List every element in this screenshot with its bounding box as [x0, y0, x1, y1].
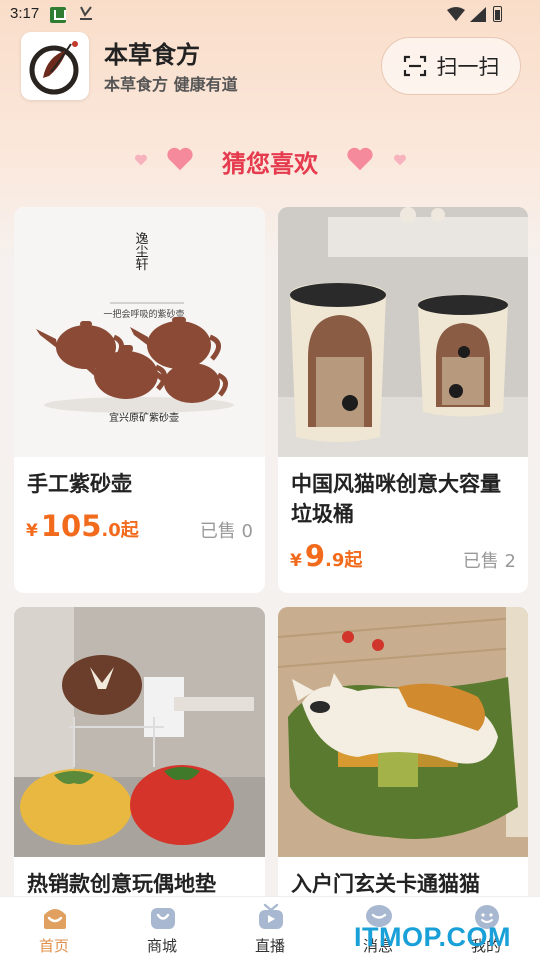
live-tv-icon — [259, 903, 283, 929]
scan-button[interactable]: 扫一扫 — [381, 37, 521, 95]
image-slogan-text: 一把会呼吸的紫砂壶 — [103, 308, 184, 320]
battery-icon — [493, 6, 502, 22]
shop-bag-icon — [151, 908, 175, 929]
product-title: 手工紫砂壶 — [27, 472, 132, 496]
nav-label: 首页 — [38, 937, 69, 955]
home-icon — [44, 909, 66, 929]
sold-count: 已售 2 — [462, 551, 516, 572]
scan-label: 扫一扫 — [436, 55, 500, 79]
heart-icon — [394, 154, 406, 166]
product-title: 入户门玄关卡通猫猫 — [291, 872, 480, 896]
heart-icon — [347, 147, 373, 171]
signal-icon — [470, 7, 486, 22]
watermark: ITMOP.COM — [354, 922, 512, 952]
product-image-teapots[interactable]: 逸尘轩 一把会呼吸的紫砂壶 宜兴原矿紫砂壶 — [14, 207, 265, 457]
product-card[interactable]: 热销款创意玩偶地垫 — [14, 607, 265, 907]
status-time: 3:17 — [10, 5, 40, 22]
recommend-section-header: 猜您喜欢 — [0, 138, 540, 182]
product-card[interactable]: 入户门玄关卡通猫猫 — [278, 607, 528, 907]
image-caption-text: 宜兴原矿紫砂壶 — [109, 411, 179, 424]
app-header: 本草食方 本草食方 健康有道 扫一扫 — [0, 30, 540, 110]
product-image-cat-rug[interactable] — [278, 607, 528, 857]
nav-label: 直播 — [254, 937, 285, 955]
image-brand-text: 逸尘轩 — [133, 232, 149, 271]
product-image-trash-bins[interactable] — [278, 207, 528, 457]
app-logo[interactable] — [21, 32, 89, 100]
section-title: 猜您喜欢 — [222, 150, 318, 178]
app-notification-icon — [50, 7, 66, 23]
product-image-plush-cushions[interactable] — [14, 607, 265, 857]
product-card[interactable]: 逸尘轩 一把会呼吸的紫砂壶 宜兴原矿紫砂壶 手工紫砂壶 ¥ 105 .0 起 已… — [14, 207, 265, 593]
scan-icon — [403, 55, 426, 77]
app-name: 本草食方 — [104, 41, 200, 69]
status-bar: 3:17 — [0, 0, 540, 30]
product-price: ¥105.0 起 — [26, 509, 139, 543]
product-title: 中国风猫咪创意大容量垃圾桶 — [291, 472, 501, 526]
nav-label: 商城 — [146, 937, 177, 955]
nav-item-live[interactable]: 直播 — [216, 897, 324, 960]
product-price: ¥9.9 起 — [290, 539, 363, 573]
wifi-icon — [447, 7, 465, 21]
product-title: 热销款创意玩偶地垫 — [27, 872, 216, 896]
nav-item-shop[interactable]: 商城 — [108, 897, 216, 960]
app-slogan: 本草食方 健康有道 — [104, 75, 238, 94]
nav-item-home[interactable]: 首页 — [0, 897, 108, 960]
sold-count: 已售 0 — [199, 521, 253, 542]
download-icon — [80, 6, 92, 20]
product-card[interactable]: 中国风猫咪创意大容量垃圾桶 ¥9.9 起 已售 2 — [278, 207, 528, 593]
